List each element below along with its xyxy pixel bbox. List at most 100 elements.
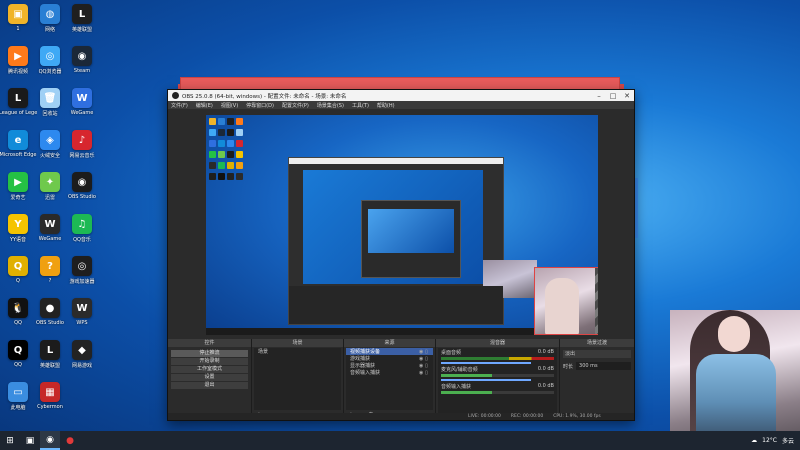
scene-item[interactable]: 场景 (254, 348, 341, 355)
menu-view[interactable]: 视图(V) (221, 102, 238, 109)
source-item[interactable]: 音频输入捕获 ◉ ▯ (346, 369, 433, 377)
window-edge-highlight (635, 178, 638, 238)
stop-streaming-button[interactable]: 停止推流 (171, 350, 248, 357)
visibility-icon[interactable]: ◉ ▯ (419, 370, 433, 376)
weather-desc[interactable]: 多云 (782, 436, 794, 445)
desktop-icon[interactable]: ◉ OBS Studio (66, 172, 98, 200)
menu-edit[interactable]: 编辑(E) (196, 102, 213, 109)
app-icon: ◉ (72, 46, 92, 66)
weather-temp[interactable]: 12°C (762, 437, 777, 444)
desktop-icon[interactable]: ◈ 火绒安全 (34, 130, 66, 159)
desktop-icon[interactable]: ◉ Steam (66, 46, 98, 74)
menu-docks[interactable]: 停靠窗口(D) (246, 102, 274, 109)
app-icon: ▣ (8, 4, 28, 24)
desktop-icon[interactable]: W WeGame (34, 214, 66, 242)
desktop-icon[interactable]: 🗑 回收站 (34, 88, 66, 117)
obs-statusbar: LIVE: 00:00:00 REC: 00:00:00 CPU: 1.9%, … (168, 413, 634, 420)
desktop-icon[interactable]: ✦ 迅雷 (34, 172, 66, 201)
visibility-icon[interactable]: ◉ ▯ (419, 356, 433, 362)
app-icon: W (72, 298, 92, 318)
desktop-icon[interactable]: ▶ 爱奇艺 (2, 172, 34, 201)
visibility-icon[interactable]: ◉ ▯ (419, 363, 433, 369)
weather-cloud-icon[interactable]: ☁ (751, 437, 757, 444)
controls-dock-title: 控件 (168, 339, 251, 347)
mini-desktop-icon (227, 173, 234, 180)
mini-desktop-icon (209, 129, 216, 136)
desktop-icon[interactable]: ▶ 腾讯视频 (2, 46, 34, 75)
desktop-icon[interactable]: LLeague of Legends (0, 88, 37, 116)
start-button-icon[interactable]: ⊞ (0, 431, 20, 450)
scenes-list[interactable]: 场景 (254, 348, 341, 410)
desktop-icon-label: 网易游戏 (71, 363, 92, 369)
app-icon: ◎ (40, 46, 60, 66)
menu-file[interactable]: 文件(F) (171, 102, 188, 109)
source-label: 视频捕获设备 (350, 349, 381, 355)
minimize-button[interactable]: – (592, 92, 606, 100)
desktop-icon[interactable]: ▣ 1 (2, 4, 34, 32)
desktop-icon[interactable]: ?? (34, 256, 66, 284)
desktop-icon[interactable]: ● OBS Studio (34, 298, 66, 326)
source-item[interactable]: 游戏捕获 ◉ ▯ (346, 355, 433, 363)
preview-desktop-icons (208, 117, 244, 183)
taskbar-app-icon[interactable]: ▣ (20, 431, 40, 450)
mini-desktop-icon (236, 173, 243, 180)
source-item[interactable]: 视频捕获设备 ◉ ▯ (346, 348, 433, 355)
app-icon: ◈ (40, 130, 60, 150)
menu-scene-collection[interactable]: 场景集合(S) (317, 102, 344, 109)
menu-profile[interactable]: 配置文件(P) (282, 102, 309, 109)
desktop-icon[interactable]: ♪ 网易云音乐 (66, 130, 98, 159)
mini-desktop-icon (236, 118, 243, 125)
studio-mode-button[interactable]: 工作室模式 (171, 366, 248, 373)
desktop-icon[interactable]: Q QQ (2, 340, 34, 368)
channel-name: 音频输入捕获 (441, 384, 472, 390)
duration-input[interactable]: 300 ms (576, 362, 631, 370)
desktop-icon[interactable]: ▦ Cybermon (34, 382, 66, 410)
desktop-icon[interactable]: QQ (2, 256, 34, 284)
sources-list[interactable]: 视频捕获设备 ◉ ▯ 游戏捕获 ◉ ▯ 显示器捕获 ◉ ▯ 音频输入捕获 ◉ ▯ (346, 348, 433, 410)
mini-desktop-icon (209, 162, 216, 169)
source-label: 游戏捕获 (350, 356, 371, 362)
desktop-icon-label: 游戏加速器 (69, 279, 95, 285)
close-button[interactable]: ✕ (620, 92, 634, 100)
desktop-icon-label: WPS (76, 320, 88, 326)
obs-preview-area[interactable] (168, 109, 634, 339)
preview-canvas[interactable] (206, 115, 598, 335)
app-icon: W (40, 214, 60, 234)
desktop-icon[interactable]: L 英雄联盟 (34, 340, 66, 369)
webcam-overlay (670, 310, 800, 450)
exit-button[interactable]: 退出 (171, 382, 248, 389)
desktop-icon[interactable]: ◍ 网络 (34, 4, 66, 33)
taskbar-obs-icon[interactable]: ◉ (40, 431, 60, 450)
transition-select[interactable]: 淡出 (563, 350, 631, 358)
maximize-button[interactable]: □ (606, 92, 620, 100)
desktop-icon[interactable]: 🐧 QQ (2, 298, 34, 326)
mini-desktop-icon (209, 151, 216, 158)
source-item[interactable]: 显示器捕获 ◉ ▯ (346, 362, 433, 370)
volume-slider[interactable] (441, 379, 532, 381)
scenes-dock: 场景 场景 + − ∧ ∨ (252, 339, 344, 420)
desktop-icon[interactable]: ◎ 游戏加速器 (66, 256, 98, 285)
desktop-icon[interactable]: Y YY语音 (2, 214, 34, 243)
desktop-icon[interactable]: L 英雄联盟 (66, 4, 98, 33)
obs-titlebar[interactable]: OBS 25.0.8 (64-bit, windows) - 配置文件: 未命名… (168, 90, 634, 101)
mini-desktop-icon (236, 151, 243, 158)
obs-window[interactable]: OBS 25.0.8 (64-bit, windows) - 配置文件: 未命名… (167, 89, 635, 421)
desktop-icon[interactable]: e Microsoft Edge (0, 130, 36, 158)
desktop-icon[interactable]: ♫ QQ音乐 (66, 214, 98, 243)
settings-button[interactable]: 设置 (171, 374, 248, 381)
app-icon: L (8, 88, 28, 108)
app-icon: ◆ (72, 340, 92, 360)
menu-tools[interactable]: 工具(T) (352, 102, 369, 109)
desktop-icon[interactable]: ◆ 网易游戏 (66, 340, 98, 369)
menu-help[interactable]: 帮助(H) (377, 102, 395, 109)
start-recording-button[interactable]: 开始录制 (171, 358, 248, 365)
desktop-icon[interactable]: ◎ QQ浏览器 (34, 46, 66, 75)
taskbar-netease-icon[interactable]: ● (60, 431, 80, 450)
volume-slider[interactable] (441, 362, 532, 364)
visibility-icon[interactable]: ◉ ▯ (419, 349, 433, 355)
webcam-source-in-preview[interactable] (534, 267, 598, 335)
desktop-icon[interactable]: W WPS (66, 298, 98, 326)
desktop-icon[interactable]: ▭ 此电脑 (2, 382, 34, 411)
desktop-icon[interactable]: W WeGame (66, 88, 98, 116)
app-icon: ▶ (8, 172, 28, 192)
